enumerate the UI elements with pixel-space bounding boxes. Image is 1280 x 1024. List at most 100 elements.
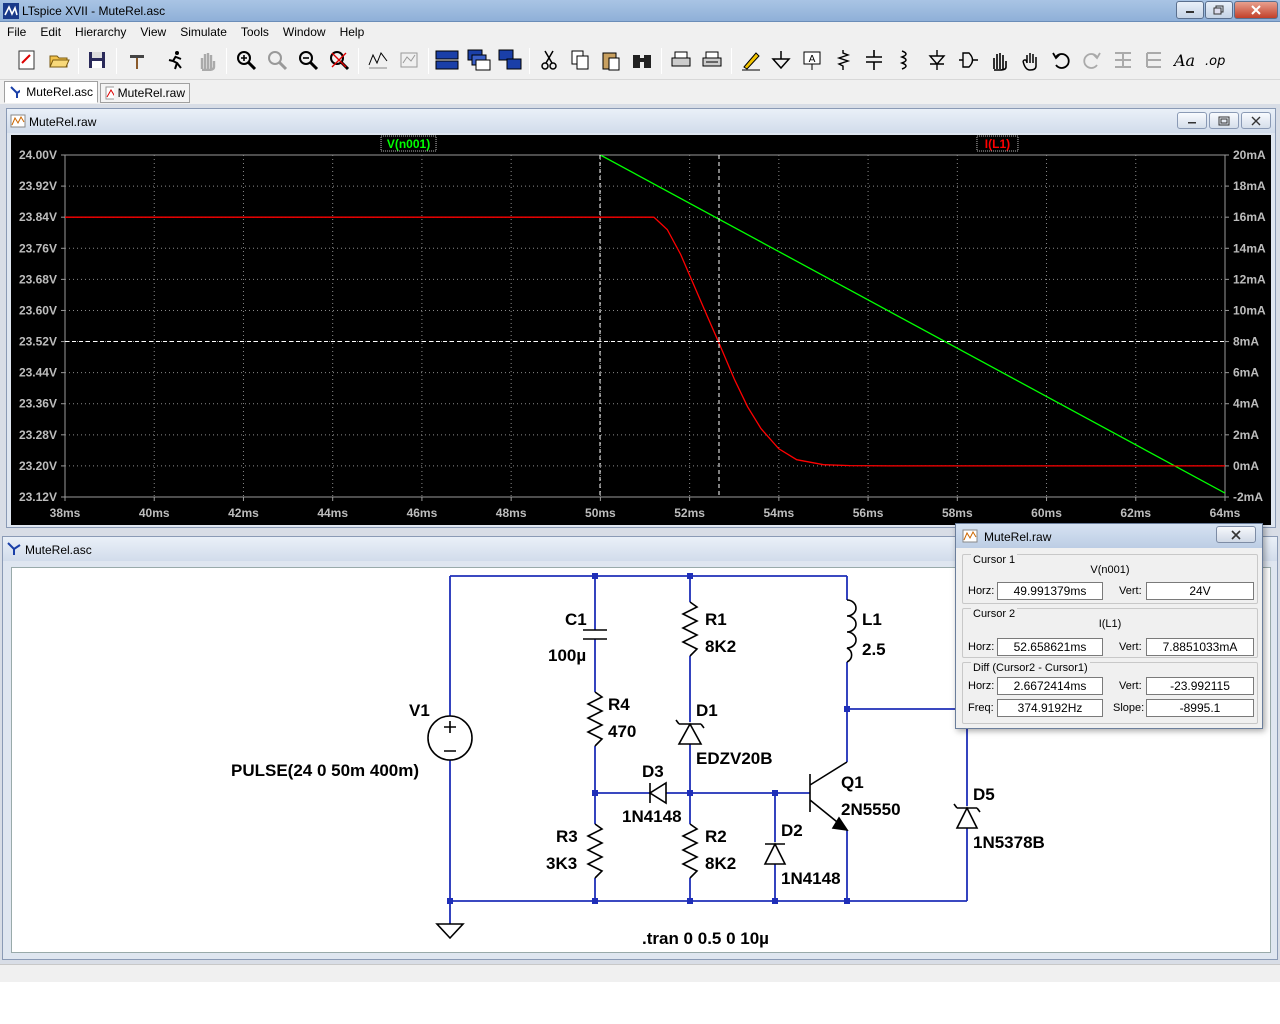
zoom-fit-button[interactable] xyxy=(326,47,352,73)
save-button[interactable] xyxy=(84,47,110,73)
component-button[interactable] xyxy=(955,47,981,73)
menu-simulate[interactable]: Simulate xyxy=(173,22,234,42)
ground-button[interactable] xyxy=(768,47,794,73)
move-button[interactable] xyxy=(986,47,1012,73)
r2-symbol[interactable] xyxy=(681,823,699,879)
spice-directive[interactable]: .tran 0 0.5 0 10µ xyxy=(642,929,769,948)
cursor-dialog-titlebar[interactable]: MuteRel.raw xyxy=(956,524,1262,548)
y-left-tick-label: 23.76V xyxy=(19,241,57,255)
d1-zener-symbol[interactable] xyxy=(675,719,705,745)
d5-zener-symbol[interactable] xyxy=(953,803,981,829)
d5-name: D5 xyxy=(973,785,995,804)
l1-inductor-symbol[interactable] xyxy=(846,599,857,663)
c1-symbol[interactable] xyxy=(583,629,607,640)
r4-symbol[interactable] xyxy=(586,691,604,747)
menu-file[interactable]: File xyxy=(0,22,33,42)
tile-horizontal-button[interactable] xyxy=(434,47,460,73)
menu-tools[interactable]: Tools xyxy=(234,22,276,42)
menu-window[interactable]: Window xyxy=(276,22,333,42)
r3-value: 3K3 xyxy=(546,854,577,873)
waveform-close-button[interactable] xyxy=(1241,112,1271,129)
r1-symbol[interactable] xyxy=(681,601,699,657)
d2-diode-symbol[interactable] xyxy=(763,842,787,865)
cursor2-trace: I(L1) xyxy=(1098,618,1122,630)
halt-button[interactable] xyxy=(194,47,220,73)
menu-help[interactable]: Help xyxy=(333,22,372,42)
undo-icon xyxy=(1052,52,1070,69)
redo-button[interactable] xyxy=(1079,47,1105,73)
menu-view[interactable]: View xyxy=(133,22,173,42)
close-button[interactable] xyxy=(1234,1,1278,19)
print-button[interactable] xyxy=(668,47,694,73)
trace-v-n001-[interactable] xyxy=(600,155,1225,494)
spice-directive-button[interactable]: .op xyxy=(1203,47,1229,73)
v1-name: V1 xyxy=(409,701,430,720)
zoom-in-button[interactable] xyxy=(233,47,259,73)
trace-label-i-l1-[interactable]: I(L1) xyxy=(976,135,1019,152)
diff-freq-field[interactable]: 374.9192Hz xyxy=(997,699,1103,717)
diff-slope-label: Slope: xyxy=(1113,702,1145,714)
rotate-button[interactable] xyxy=(1110,47,1136,73)
minimize-button[interactable] xyxy=(1176,1,1204,19)
resistor-button[interactable] xyxy=(830,47,856,73)
waveform-maximize-button[interactable] xyxy=(1209,112,1239,129)
cursor2-vert-field[interactable]: 7.8851033mA xyxy=(1146,638,1254,656)
run-button[interactable] xyxy=(162,47,188,73)
menu-hierarchy[interactable]: Hierarchy xyxy=(68,22,133,42)
pan-button[interactable] xyxy=(264,47,290,73)
trace-label-v-n001-[interactable]: V(n001) xyxy=(380,135,437,152)
draw-wire-button[interactable] xyxy=(738,47,764,73)
waveform-window-title: MuteRel.raw xyxy=(29,115,97,129)
copy-button[interactable] xyxy=(567,47,593,73)
cursor2-group: Cursor 2 I(L1) Horz: 52.658621ms Vert: 7… xyxy=(962,608,1258,658)
waveform-minimize-button[interactable] xyxy=(1177,112,1207,129)
tab-waveform[interactable]: MuteRel.raw xyxy=(100,83,190,103)
plot-frame xyxy=(64,154,1226,498)
restore-button[interactable] xyxy=(1205,1,1233,19)
mirror-button[interactable] xyxy=(1141,47,1167,73)
label-net-button[interactable]: A xyxy=(799,47,825,73)
inductor-button[interactable] xyxy=(892,47,918,73)
tab-label: MuteRel.asc xyxy=(26,85,93,99)
waveform-tab-icon xyxy=(105,86,114,100)
waveform-plot[interactable]: 38ms 40ms 42ms 44ms 46ms 48ms 50ms 52ms 54ms 56ms… xyxy=(11,135,1271,525)
cursor1-horz-field[interactable]: 49.991379ms xyxy=(997,582,1103,600)
plot-settings-button[interactable] xyxy=(396,47,422,73)
ground-symbol[interactable] xyxy=(435,923,465,940)
close-all-button[interactable] xyxy=(497,47,523,73)
menu-bar: File Edit Hierarchy View Simulate Tools … xyxy=(0,22,1280,42)
open-button[interactable] xyxy=(46,47,72,73)
cut-button[interactable] xyxy=(536,47,562,73)
cursor2-horz-field[interactable]: 52.658621ms xyxy=(997,638,1103,656)
r3-symbol[interactable] xyxy=(586,823,604,879)
find-button[interactable] xyxy=(629,47,655,73)
control-panel-button[interactable] xyxy=(124,47,150,73)
autorange-button[interactable] xyxy=(365,47,391,73)
capacitor-icon xyxy=(866,50,882,70)
zoom-out-button[interactable] xyxy=(295,47,321,73)
close-icon xyxy=(1251,116,1261,125)
x-tick-label: 40ms xyxy=(139,506,170,520)
y-left-tick-label: 23.52V xyxy=(19,335,57,349)
paste-button[interactable] xyxy=(598,47,624,73)
print-setup-button[interactable] xyxy=(699,47,725,73)
diff-horz-field[interactable]: 2.6672414ms xyxy=(997,677,1103,695)
diode-button[interactable] xyxy=(924,47,950,73)
title-bar: LTspice XVII - MuteRel.asc xyxy=(0,0,1280,22)
diff-vert-field[interactable]: -23.992115 xyxy=(1146,677,1254,695)
undo-button[interactable] xyxy=(1048,47,1074,73)
d3-diode-symbol[interactable] xyxy=(648,781,667,805)
drag-button[interactable] xyxy=(1017,47,1043,73)
diff-slope-field[interactable]: -8995.1 xyxy=(1146,699,1254,717)
capacitor-button[interactable] xyxy=(861,47,887,73)
waveform-window-titlebar: MuteRel.raw xyxy=(7,109,1275,133)
diode-icon xyxy=(928,50,946,70)
tab-schematic[interactable]: MuteRel.asc xyxy=(4,81,98,103)
cascade-button[interactable] xyxy=(466,47,492,73)
cursor1-vert-field[interactable]: 24V xyxy=(1146,582,1254,600)
menu-edit[interactable]: Edit xyxy=(33,22,68,42)
text-button[interactable]: Aa xyxy=(1172,47,1198,73)
waveform-chart[interactable]: 38ms 40ms 42ms 44ms 46ms 48ms 50ms 52ms 54ms 56ms… xyxy=(11,135,1271,525)
cursor-dialog-close-button[interactable] xyxy=(1216,526,1256,543)
open-schematic-button[interactable] xyxy=(14,47,40,73)
